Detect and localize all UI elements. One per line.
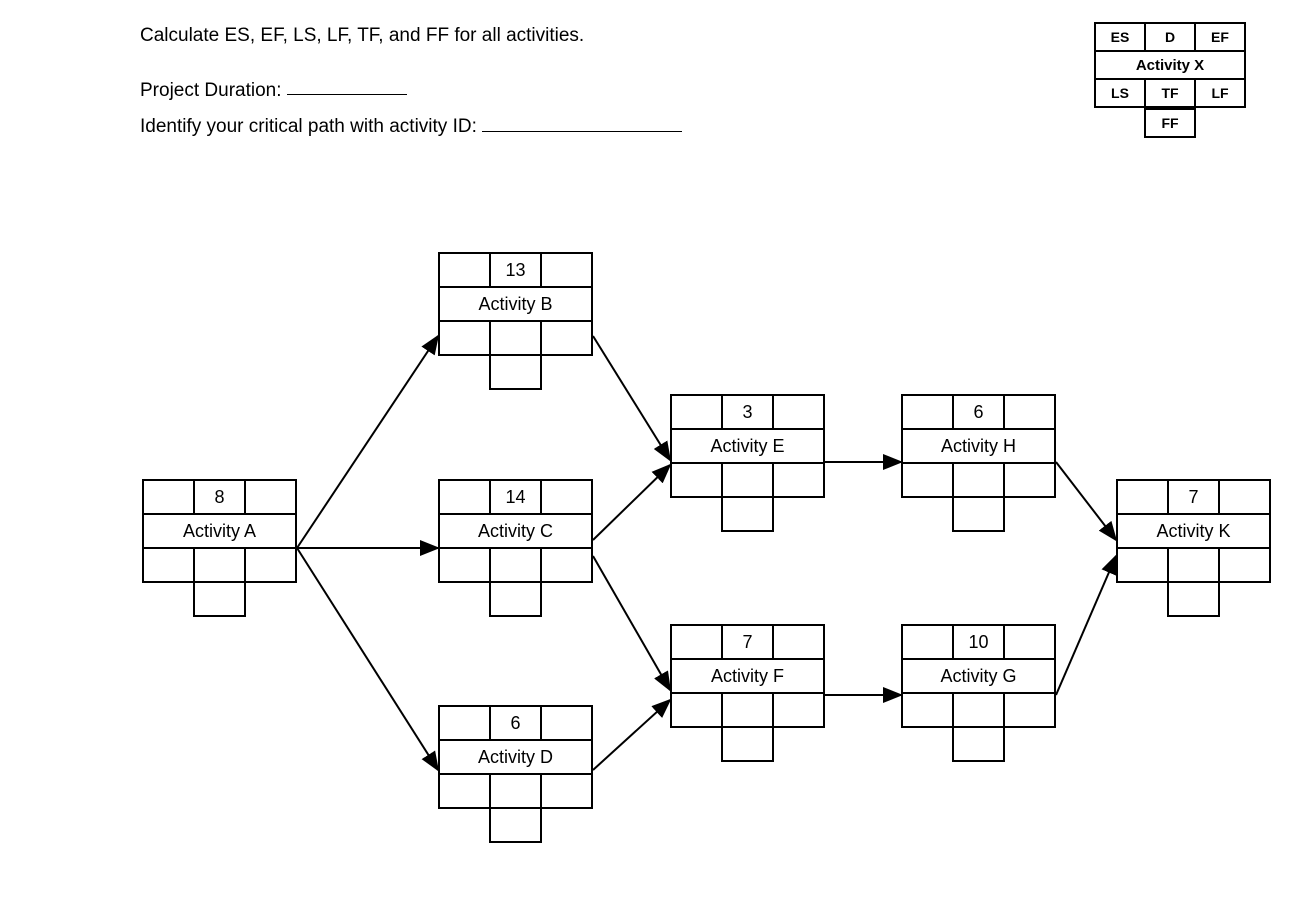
instructions-block: Calculate ES, EF, LS, LF, TF, and FF for… (140, 22, 682, 165)
activity-g-d: 10 (953, 625, 1004, 659)
activity-e-d: 3 (722, 395, 773, 429)
instruction-line-3: Identify your critical path with activit… (140, 111, 682, 141)
activity-c-d: 14 (490, 480, 541, 514)
activity-d-tf[interactable] (490, 774, 541, 808)
activity-g-ef[interactable] (1004, 625, 1055, 659)
activity-a-es[interactable] (143, 480, 194, 514)
activity-d-name: Activity D (439, 740, 592, 774)
activity-d-ls[interactable] (439, 774, 490, 808)
activity-f-ff[interactable] (722, 727, 773, 761)
activity-f-es[interactable] (671, 625, 722, 659)
activity-b-ff[interactable] (490, 355, 541, 389)
activity-h-name: Activity H (902, 429, 1055, 463)
critical-path-blank[interactable] (482, 111, 682, 132)
legend-ff: FF (1145, 109, 1195, 137)
activity-g-lf[interactable] (1004, 693, 1055, 727)
activity-h-ff[interactable] (953, 497, 1004, 531)
activity-b-node: 13 Activity B (438, 252, 593, 390)
activity-e-node: 3 Activity E (670, 394, 825, 532)
instruction-line-2: Project Duration: (140, 75, 682, 105)
activity-f-tf[interactable] (722, 693, 773, 727)
activity-f-ef[interactable] (773, 625, 824, 659)
activity-c-ls[interactable] (439, 548, 490, 582)
activity-d-ff[interactable] (490, 808, 541, 842)
project-duration-blank[interactable] (287, 75, 407, 96)
activity-a-node: 8 Activity A (142, 479, 297, 617)
activity-c-es[interactable] (439, 480, 490, 514)
activity-g-ls[interactable] (902, 693, 953, 727)
activity-d-es[interactable] (439, 706, 490, 740)
activity-e-ls[interactable] (671, 463, 722, 497)
activity-e-lf[interactable] (773, 463, 824, 497)
activity-h-es[interactable] (902, 395, 953, 429)
activity-b-d: 13 (490, 253, 541, 287)
legend-es: ES (1095, 23, 1145, 51)
activity-c-node: 14 Activity C (438, 479, 593, 617)
activity-b-ef[interactable] (541, 253, 592, 287)
legend-tf: TF (1145, 79, 1195, 107)
activity-h-ef[interactable] (1004, 395, 1055, 429)
activity-k-ef[interactable] (1219, 480, 1270, 514)
legend-ef: EF (1195, 23, 1245, 51)
activity-k-ff[interactable] (1168, 582, 1219, 616)
activity-b-ls[interactable] (439, 321, 490, 355)
activity-d-lf[interactable] (541, 774, 592, 808)
activity-a-tf[interactable] (194, 548, 245, 582)
activity-g-name: Activity G (902, 659, 1055, 693)
activity-e-ff[interactable] (722, 497, 773, 531)
activity-b-tf[interactable] (490, 321, 541, 355)
activity-a-ff[interactable] (194, 582, 245, 616)
activity-k-name: Activity K (1117, 514, 1270, 548)
activity-h-ls[interactable] (902, 463, 953, 497)
legend-d: D (1145, 23, 1195, 51)
activity-a-d: 8 (194, 480, 245, 514)
legend-lf: LF (1195, 79, 1245, 107)
legend-activity-name: Activity X (1095, 51, 1245, 79)
activity-b-name: Activity B (439, 287, 592, 321)
activity-d-d: 6 (490, 706, 541, 740)
activity-h-node: 6 Activity H (901, 394, 1056, 532)
activity-k-node: 7 Activity K (1116, 479, 1271, 617)
activity-f-d: 7 (722, 625, 773, 659)
activity-g-tf[interactable] (953, 693, 1004, 727)
activity-b-es[interactable] (439, 253, 490, 287)
activity-h-d: 6 (953, 395, 1004, 429)
activity-g-es[interactable] (902, 625, 953, 659)
activity-f-lf[interactable] (773, 693, 824, 727)
legend-ls: LS (1095, 79, 1145, 107)
activity-e-es[interactable] (671, 395, 722, 429)
activity-e-ef[interactable] (773, 395, 824, 429)
legend-box: ES D EF Activity X LS TF LF FF (1094, 22, 1246, 138)
activity-e-tf[interactable] (722, 463, 773, 497)
activity-f-ls[interactable] (671, 693, 722, 727)
activity-k-d: 7 (1168, 480, 1219, 514)
activity-d-node: 6 Activity D (438, 705, 593, 843)
activity-a-lf[interactable] (245, 548, 296, 582)
activity-h-lf[interactable] (1004, 463, 1055, 497)
instruction-line-1: Calculate ES, EF, LS, LF, TF, and FF for… (140, 22, 682, 51)
activity-k-ls[interactable] (1117, 548, 1168, 582)
activity-c-ff[interactable] (490, 582, 541, 616)
activity-k-tf[interactable] (1168, 548, 1219, 582)
activity-b-lf[interactable] (541, 321, 592, 355)
activity-a-name: Activity A (143, 514, 296, 548)
activity-f-name: Activity F (671, 659, 824, 693)
activity-a-ls[interactable] (143, 548, 194, 582)
activity-a-ef[interactable] (245, 480, 296, 514)
activity-k-es[interactable] (1117, 480, 1168, 514)
activity-d-ef[interactable] (541, 706, 592, 740)
activity-h-tf[interactable] (953, 463, 1004, 497)
activity-c-lf[interactable] (541, 548, 592, 582)
activity-k-lf[interactable] (1219, 548, 1270, 582)
activity-c-ef[interactable] (541, 480, 592, 514)
activity-e-name: Activity E (671, 429, 824, 463)
activity-c-tf[interactable] (490, 548, 541, 582)
activity-c-name: Activity C (439, 514, 592, 548)
activity-g-ff[interactable] (953, 727, 1004, 761)
activity-g-node: 10 Activity G (901, 624, 1056, 762)
activity-f-node: 7 Activity F (670, 624, 825, 762)
